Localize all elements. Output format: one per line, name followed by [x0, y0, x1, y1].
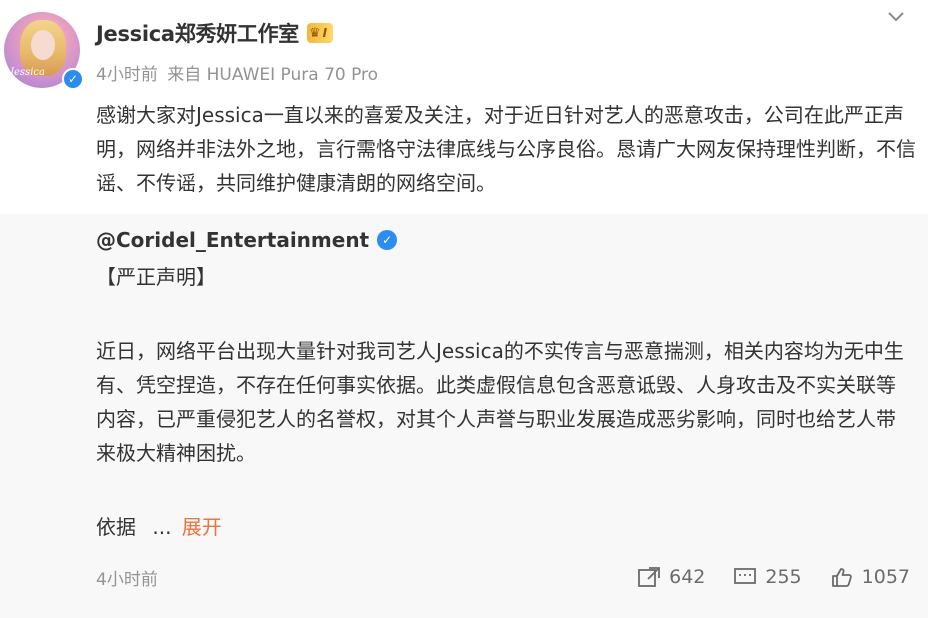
verified-badge-icon: ✓: [62, 68, 84, 90]
post-text: 感谢大家对Jessica一直以来的喜爱及关注，对于近日针对艺人的恶意攻击，公司在…: [96, 103, 916, 195]
author-row: Jessica郑秀妍工作室 ♛ I: [96, 18, 334, 48]
comment-button[interactable]: 255: [733, 566, 802, 588]
post-time[interactable]: 4小时前: [96, 65, 158, 85]
post-meta: 4小时前 来自 HUAWEI Pura 70 Pro: [96, 60, 378, 85]
like-button[interactable]: 1057: [830, 566, 910, 588]
member-badge[interactable]: ♛ I: [306, 23, 334, 43]
comment-icon: [734, 568, 757, 584]
post-source: 来自 HUAWEI Pura 70 Pro: [167, 65, 379, 85]
share-icon: [638, 567, 661, 587]
action-bar: 642 255 1057: [637, 566, 910, 588]
repost-count: 642: [669, 566, 706, 588]
like-count: 1057: [861, 566, 910, 588]
repost-body: 近日，网络平台出现大量针对我司艺人Jessica的不实传言与恶意揣测，相关内容均…: [96, 339, 904, 465]
author-name[interactable]: Jessica郑秀妍工作室: [96, 18, 299, 48]
member-level: I: [322, 26, 328, 40]
comment-count: 255: [765, 566, 802, 588]
expand-link[interactable]: 展开: [182, 515, 222, 539]
repost-time[interactable]: 4小时前: [96, 568, 158, 592]
repost-more-prefix: 依据: [96, 515, 136, 539]
avatar[interactable]: Jessica ✓: [4, 12, 84, 90]
repost-title: 【严正声明】: [96, 265, 216, 289]
repost-box[interactable]: @Coridel_Entertainment ✓ 【严正声明】 近日，网络平台出…: [0, 214, 928, 560]
verified-icon: ✓: [377, 230, 398, 250]
thumbs-up-icon: [831, 568, 852, 587]
repost-button[interactable]: 642: [637, 566, 705, 588]
crown-icon: ♛: [308, 25, 321, 41]
chevron-down-icon[interactable]: [886, 8, 906, 28]
avatar-script-text: Jessica: [10, 67, 45, 78]
repost-footer: 4小时前 642 255 1057: [0, 560, 928, 618]
ellipsis: ...: [152, 515, 172, 539]
repost-author[interactable]: @Coridel_Entertainment: [96, 228, 369, 252]
repost-more-row: 依据 ... 展开: [96, 512, 222, 542]
weibo-post: Jessica ✓ Jessica郑秀妍工作室 ♛ I 4小时前 来自 HUAW…: [0, 0, 928, 618]
